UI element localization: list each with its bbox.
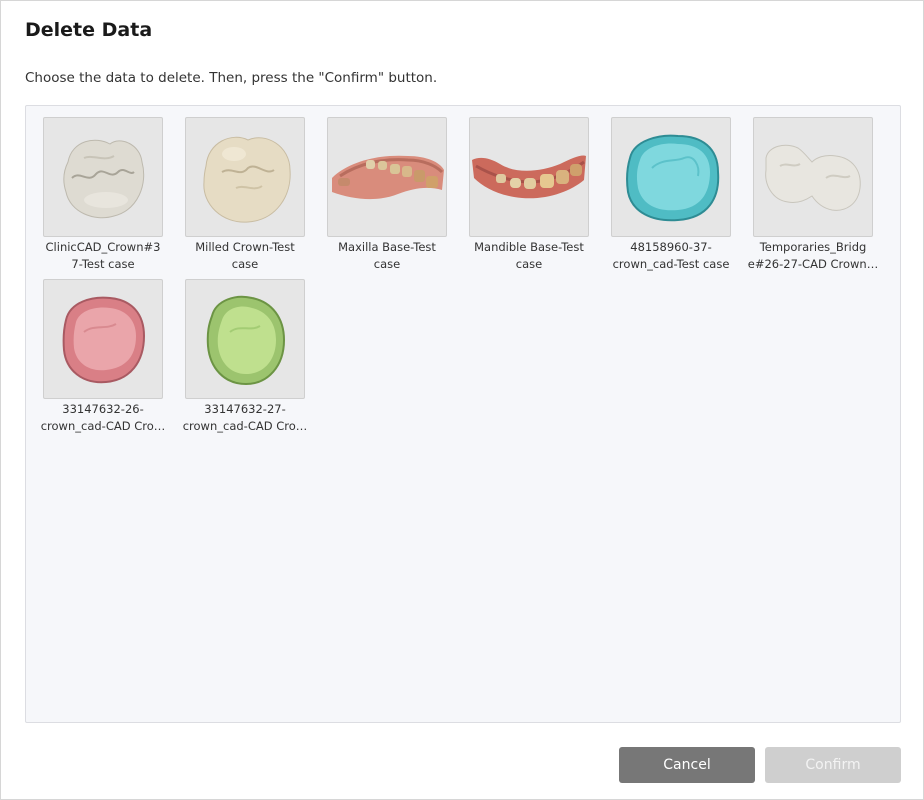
data-item[interactable]: ClinicCAD_Crown#3 7-Test case xyxy=(32,117,174,273)
bridge-white-icon[interactable] xyxy=(753,117,873,237)
confirm-button[interactable]: Confirm xyxy=(765,747,901,783)
crown-green-icon[interactable] xyxy=(185,279,305,399)
dialog-title: Delete Data xyxy=(25,19,153,41)
data-item-label: Temporaries_Bridg e#26-27-CAD Crown… xyxy=(747,240,879,271)
data-item-label: ClinicCAD_Crown#3 7-Test case xyxy=(45,240,161,271)
maxilla-scan-icon[interactable] xyxy=(327,117,447,237)
cancel-button[interactable]: Cancel xyxy=(619,747,755,783)
data-item-label: Mandible Base-Test case xyxy=(474,240,584,271)
crown-white-icon[interactable] xyxy=(43,117,163,237)
data-item-label: 33147632-26- crown_cad-CAD Cro… xyxy=(40,402,166,433)
delete-data-dialog: Delete Data Choose the data to delete. T… xyxy=(0,0,924,800)
dialog-instruction: Choose the data to delete. Then, press t… xyxy=(25,70,438,86)
data-item[interactable]: Temporaries_Bridg e#26-27-CAD Crown… xyxy=(742,117,884,273)
data-item[interactable]: 33147632-26- crown_cad-CAD Cro… xyxy=(32,279,174,435)
data-item[interactable]: Mandible Base-Test case xyxy=(458,117,600,273)
data-item-label: Milled Crown-Test case xyxy=(195,240,295,271)
data-item[interactable]: 48158960-37- crown_cad-Test case xyxy=(600,117,742,273)
crown-ivory-icon[interactable] xyxy=(185,117,305,237)
mandible-scan-icon[interactable] xyxy=(469,117,589,237)
data-item-label: 48158960-37- crown_cad-Test case xyxy=(612,240,730,271)
data-item-label: 33147632-27- crown_cad-CAD Cro… xyxy=(182,402,308,433)
data-item[interactable]: Milled Crown-Test case xyxy=(174,117,316,273)
data-grid: ClinicCAD_Crown#3 7-Test case Milled Cro… xyxy=(25,105,901,723)
data-item[interactable]: Maxilla Base-Test case xyxy=(316,117,458,273)
crown-cyan-icon[interactable] xyxy=(611,117,731,237)
data-item-label: Maxilla Base-Test case xyxy=(338,240,436,271)
crown-pink-icon[interactable] xyxy=(43,279,163,399)
data-item[interactable]: 33147632-27- crown_cad-CAD Cro… xyxy=(174,279,316,435)
